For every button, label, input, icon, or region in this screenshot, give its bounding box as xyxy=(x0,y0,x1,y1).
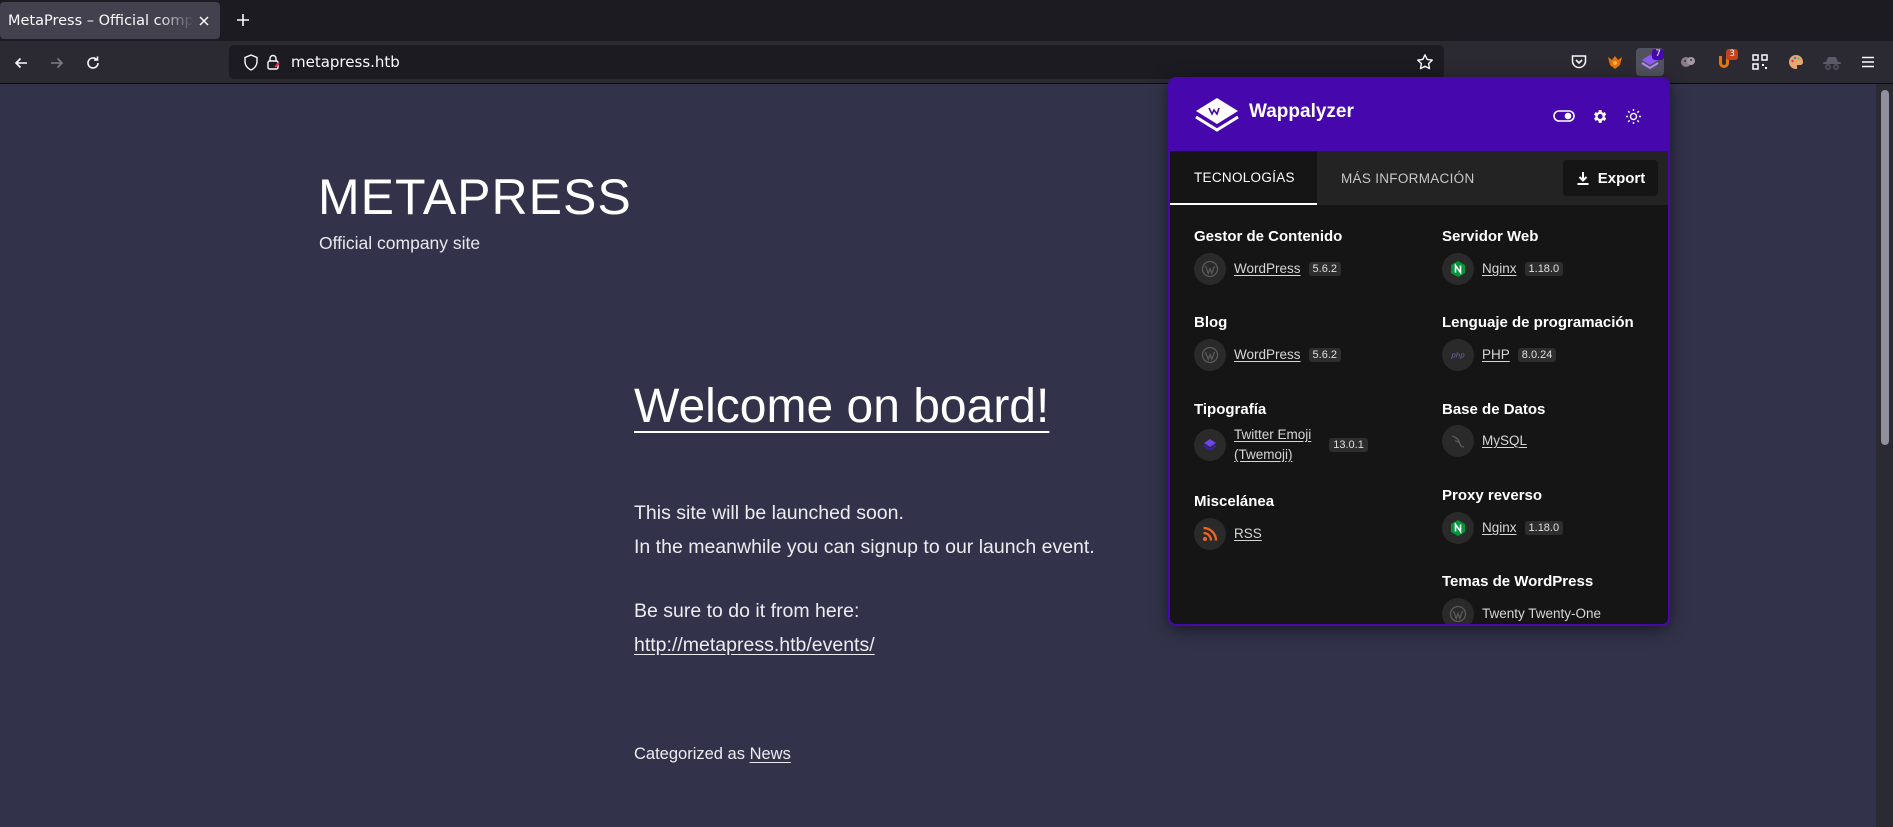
close-icon[interactable] xyxy=(194,11,214,31)
export-label: Export xyxy=(1597,169,1646,187)
category-title: Proxy reverso xyxy=(1442,487,1543,504)
wordpress-icon xyxy=(1194,253,1226,285)
tech-name[interactable]: MySQL xyxy=(1482,431,1527,451)
wappalyzer-popup: Wappalyzer TECNOLOGÍAS MÁS INFORMACIÓN E… xyxy=(1170,79,1668,624)
tech-version: 5.6.2 xyxy=(1308,348,1341,362)
lock-icon[interactable] xyxy=(265,53,281,75)
tech-item[interactable]: WordPress 5.6.2 xyxy=(1194,253,1341,285)
qr-icon[interactable] xyxy=(1746,48,1774,76)
wappalyzer-icon[interactable]: 7 xyxy=(1636,48,1664,76)
twemoji-icon xyxy=(1194,429,1226,461)
post-category: Categorized as News xyxy=(634,745,791,764)
tech-item[interactable]: php PHP 8.0.24 xyxy=(1442,339,1557,371)
ublock-icon[interactable]: 3 xyxy=(1710,48,1738,76)
rss-icon xyxy=(1194,518,1226,550)
ublock-badge: 3 xyxy=(1726,49,1738,60)
tech-name[interactable]: RSS xyxy=(1234,524,1262,544)
cookie-icon[interactable] xyxy=(1674,48,1702,76)
events-link-line: http://metapress.htb/events/ xyxy=(634,634,875,657)
navigation-toolbar: metapress.htb 7 3 xyxy=(0,41,1893,84)
category-title: Servidor Web xyxy=(1442,228,1539,245)
download-icon xyxy=(1577,171,1589,185)
mysql-icon xyxy=(1442,425,1474,457)
category-title: Miscelánea xyxy=(1194,493,1275,510)
tech-item[interactable]: WordPress 5.6.2 xyxy=(1194,339,1341,371)
tech-name[interactable]: Twitter Emoji (Twemoji) xyxy=(1234,425,1311,465)
tech-item[interactable]: RSS xyxy=(1194,518,1262,550)
wappalyzer-logo-icon xyxy=(1195,98,1239,132)
scrollbar-thumb[interactable] xyxy=(1881,90,1889,445)
categorized-label: Categorized as xyxy=(634,745,745,763)
reload-icon[interactable] xyxy=(80,50,106,76)
tab-more-info[interactable]: MÁS INFORMACIÓN xyxy=(1341,151,1475,205)
svg-text:php: php xyxy=(1450,352,1465,360)
tech-name[interactable]: Nginx xyxy=(1482,518,1517,538)
tech-version: 8.0.24 xyxy=(1517,348,1557,362)
tab-title: MetaPress – Official company site xyxy=(8,12,194,29)
category-title: Gestor de Contenido xyxy=(1194,228,1343,245)
export-button[interactable]: Export xyxy=(1563,160,1658,196)
paragraph-line: Be sure to do it from here: xyxy=(634,600,860,622)
wappalyzer-header: Wappalyzer xyxy=(1170,79,1668,151)
tech-name[interactable]: WordPress xyxy=(1234,345,1301,365)
tech-item[interactable]: Nginx 1.18.0 xyxy=(1442,253,1564,285)
category-title: Blog xyxy=(1194,314,1228,331)
php-icon: php xyxy=(1442,339,1474,371)
palette-icon[interactable] xyxy=(1782,48,1810,76)
arrow-left-icon[interactable] xyxy=(8,50,34,76)
page-scrollbar[interactable] xyxy=(1876,84,1893,827)
tech-item[interactable]: MySQL xyxy=(1442,425,1527,457)
tech-version: 1.18.0 xyxy=(1524,262,1564,276)
tech-name-line: (Twemoji) xyxy=(1234,447,1293,462)
nginx-icon xyxy=(1442,253,1474,285)
category-title: Tipografía xyxy=(1194,401,1267,418)
tech-name[interactable]: Nginx xyxy=(1482,259,1517,279)
entry-title[interactable]: Welcome on board! xyxy=(634,379,1049,434)
pocket-icon[interactable] xyxy=(1565,48,1593,76)
tech-item[interactable]: Nginx 1.18.0 xyxy=(1442,512,1564,544)
incognito-icon[interactable] xyxy=(1818,48,1846,76)
foxyproxy-icon[interactable] xyxy=(1601,48,1629,76)
tech-name[interactable]: WordPress xyxy=(1234,259,1301,279)
sun-icon[interactable] xyxy=(1622,105,1644,127)
wordpress-icon xyxy=(1442,598,1474,624)
plus-icon[interactable] xyxy=(232,9,254,31)
wappalyzer-title: Wappalyzer xyxy=(1249,101,1354,122)
category-title: Temas de WordPress xyxy=(1442,573,1594,590)
paragraph-line: This site will be launched soon. xyxy=(634,502,904,524)
category-title: Base de Datos xyxy=(1442,401,1546,418)
tech-name-line: Twitter Emoji xyxy=(1234,427,1312,442)
gear-icon[interactable] xyxy=(1588,105,1610,127)
category-link[interactable]: News xyxy=(750,745,791,763)
events-link[interactable]: http://metapress.htb/events/ xyxy=(634,634,875,656)
wappalyzer-badge: 7 xyxy=(1652,49,1664,60)
tab-strip: MetaPress – Official company site xyxy=(0,0,1893,41)
tab-technologies[interactable]: TECNOLOGÍAS xyxy=(1170,151,1317,205)
tech-version: 5.6.2 xyxy=(1308,262,1341,276)
menu-icon[interactable] xyxy=(1854,48,1882,76)
tech-name[interactable]: Twenty Twenty-One xyxy=(1482,604,1601,624)
site-description: Official company site xyxy=(319,233,481,253)
star-icon[interactable] xyxy=(1416,53,1434,75)
browser-tab[interactable]: MetaPress – Official company site xyxy=(0,2,220,39)
wordpress-icon xyxy=(1194,339,1226,371)
toggle-icon[interactable] xyxy=(1553,105,1575,127)
tech-version: 1.18.0 xyxy=(1524,521,1564,535)
nginx-icon xyxy=(1442,512,1474,544)
tech-item[interactable]: Twitter Emoji (Twemoji) 13.0.1 xyxy=(1194,425,1368,465)
site-title[interactable]: METAPRESS xyxy=(318,168,632,226)
wappalyzer-tabs: TECNOLOGÍAS MÁS INFORMACIÓN Export xyxy=(1170,151,1668,205)
category-title: Lenguaje de programación xyxy=(1442,314,1634,331)
tech-item[interactable]: Twenty Twenty-One xyxy=(1442,598,1601,624)
tech-name[interactable]: PHP xyxy=(1482,345,1510,365)
url-bar[interactable]: metapress.htb xyxy=(229,45,1444,79)
paragraph-line: In the meanwhile you can signup to our l… xyxy=(634,536,1095,558)
tech-version: 13.0.1 xyxy=(1329,438,1368,452)
url-text[interactable]: metapress.htb xyxy=(291,53,400,71)
shield-icon[interactable] xyxy=(243,54,259,75)
arrow-right-icon[interactable] xyxy=(44,50,70,76)
